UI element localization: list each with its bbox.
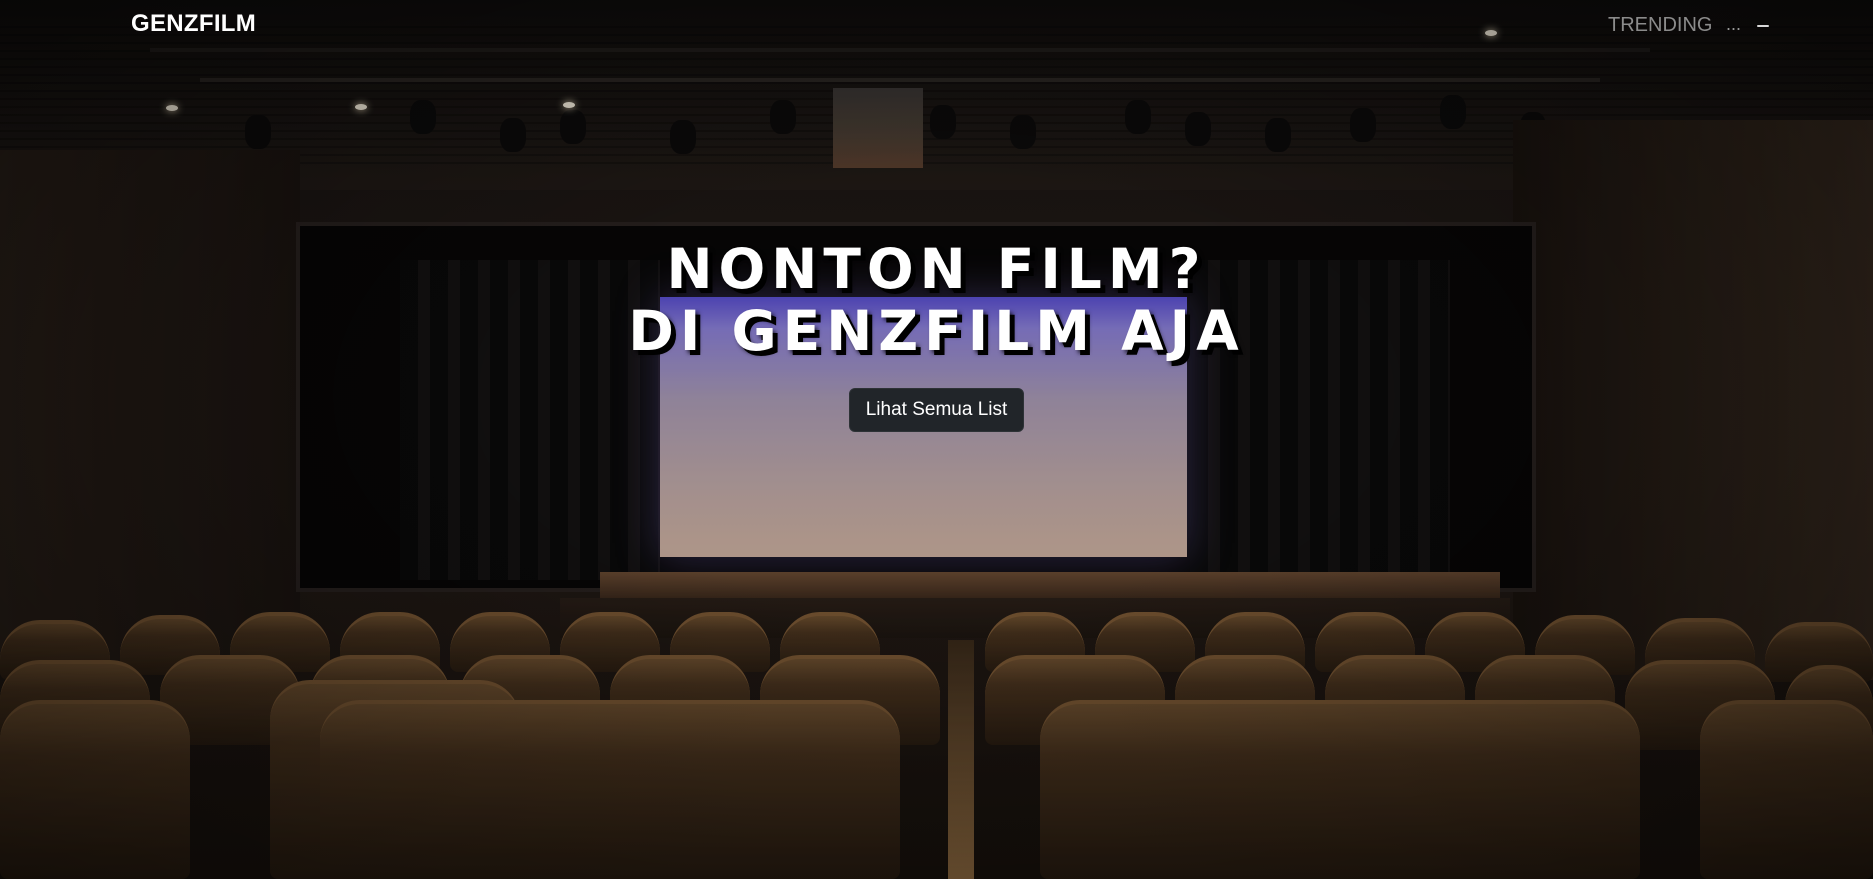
navbar: GENZFILM TRENDING ... <box>0 0 1873 54</box>
nav-more-indicator[interactable]: ... <box>1726 14 1741 35</box>
hero-title-line1: NONTON FILM? <box>666 237 1207 301</box>
nav-link-trending[interactable]: TRENDING <box>1608 14 1712 37</box>
brand-logo-link[interactable]: GENZFILM <box>131 10 256 38</box>
vignette <box>0 0 1873 879</box>
hero-background-image <box>0 0 1873 879</box>
nav-toggle-icon[interactable] <box>1757 25 1773 31</box>
hero-section: NONTON FILM? DI GENZFILM AJA Lihat Semua… <box>0 238 1873 432</box>
view-all-list-button[interactable]: Lihat Semua List <box>848 388 1025 432</box>
hero-title-line2: DI GENZFILM AJA <box>628 299 1245 363</box>
hero-title: NONTON FILM? DI GENZFILM AJA <box>0 238 1873 362</box>
